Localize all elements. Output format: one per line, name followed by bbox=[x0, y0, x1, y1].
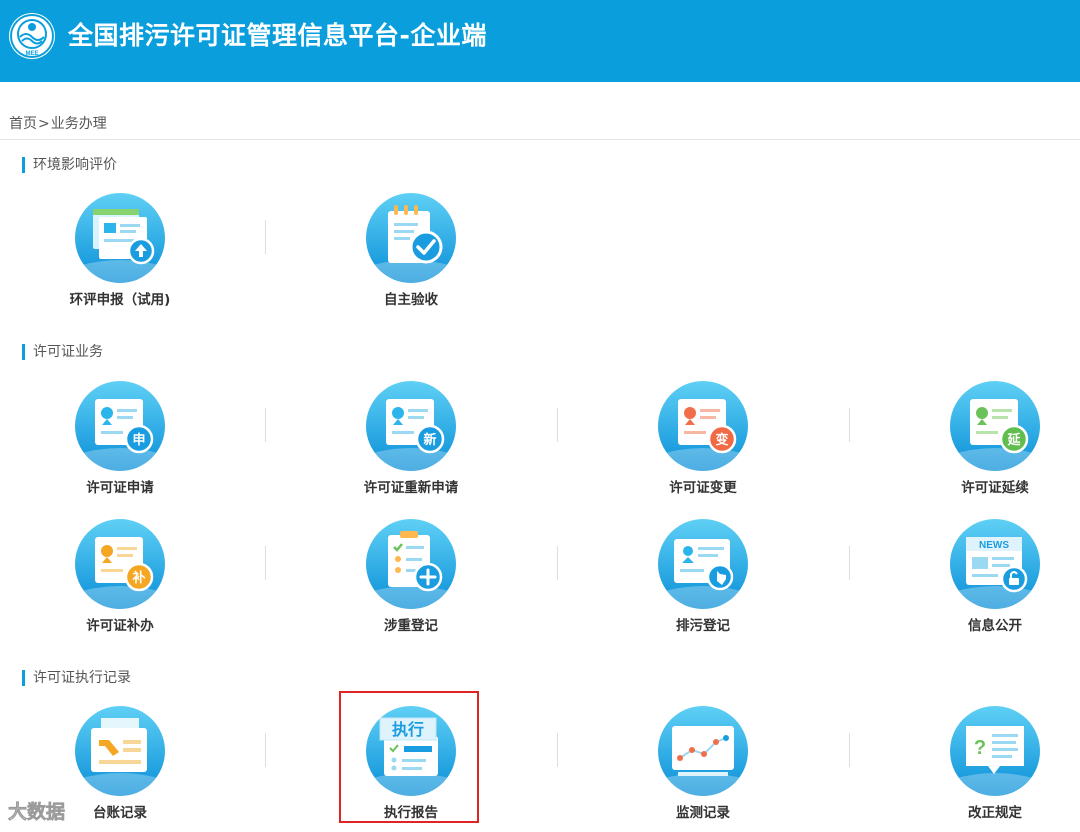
watermark: 大数据 bbox=[8, 797, 66, 824]
tile-label: 许可证申请 bbox=[86, 480, 154, 496]
change-badge: 变 bbox=[715, 432, 728, 448]
breadcrumb-separator: > bbox=[38, 116, 50, 132]
tile-info-disclosure[interactable]: NEWS 信息公开 bbox=[885, 519, 1080, 649]
license-reapply-icon: 新 bbox=[366, 381, 456, 471]
rectification-icon: ? bbox=[950, 706, 1040, 796]
license-change-icon: 变 bbox=[658, 381, 748, 471]
breadcrumb-current: 业务办理 bbox=[50, 116, 107, 132]
ledger-record-icon bbox=[75, 706, 165, 796]
breadcrumb: 首页>业务办理 bbox=[9, 115, 107, 133]
mee-emblem-icon: MEE bbox=[10, 14, 54, 58]
eia-report-icon bbox=[75, 193, 165, 283]
tile-pollutant-register[interactable]: 排污登记 bbox=[593, 519, 813, 649]
tile-label: 环评申报（试用) bbox=[69, 292, 171, 308]
extend-badge: 延 bbox=[1006, 432, 1021, 448]
reapply-badge: 新 bbox=[423, 432, 436, 448]
tile-label: 许可证延续 bbox=[961, 480, 1029, 496]
breadcrumb-home[interactable]: 首页 bbox=[9, 116, 37, 132]
tile-license-extend[interactable]: 延 许可证延续 bbox=[885, 381, 1080, 511]
tile-label: 许可证重新申请 bbox=[363, 480, 459, 496]
license-reissue-icon: 补 bbox=[75, 519, 165, 609]
info-disclosure-icon: NEWS bbox=[950, 519, 1040, 609]
license-extend-icon: 延 bbox=[950, 381, 1040, 471]
tile-license-change[interactable]: 变 许可证变更 bbox=[593, 381, 813, 511]
tile-label: 许可证变更 bbox=[669, 480, 737, 496]
self-acceptance-icon bbox=[366, 193, 456, 283]
reissue-badge: 补 bbox=[131, 570, 145, 586]
app-header: MEE 全国排污许可证管理信息平台-企业端 bbox=[0, 0, 1080, 82]
tile-heavy-metal-register[interactable]: 涉重登记 bbox=[301, 519, 521, 649]
tile-separator bbox=[849, 546, 850, 580]
section-title-eia: 环境影响评价 bbox=[22, 157, 117, 173]
tile-separator bbox=[849, 733, 850, 767]
tile-license-apply[interactable]: 申 许可证申请 bbox=[10, 381, 230, 511]
section-title-license: 许可证业务 bbox=[22, 344, 103, 360]
section-title-execution: 许可证执行记录 bbox=[22, 670, 131, 686]
tile-license-reissue[interactable]: 补 许可证补办 bbox=[10, 519, 230, 649]
tile-monitoring-record[interactable]: 监测记录 bbox=[593, 706, 813, 832]
tile-label: 涉重登记 bbox=[384, 618, 438, 634]
tile-separator bbox=[557, 733, 558, 767]
tile-separator bbox=[557, 408, 558, 442]
tile-separator bbox=[265, 733, 266, 767]
tile-label: 改正规定 bbox=[968, 805, 1022, 821]
tile-eia-report[interactable]: 环评申报（试用) bbox=[10, 193, 230, 323]
tile-license-reapply[interactable]: 新 许可证重新申请 bbox=[301, 381, 521, 511]
heavy-metal-register-icon bbox=[366, 519, 456, 609]
watermark-text: 大数据 bbox=[8, 801, 66, 824]
tile-separator bbox=[265, 220, 266, 254]
highlight-box bbox=[339, 691, 479, 823]
apply-badge: 申 bbox=[132, 432, 145, 448]
mee-logo: MEE bbox=[9, 13, 55, 59]
monitoring-record-icon bbox=[658, 706, 748, 796]
tile-label: 信息公开 bbox=[968, 618, 1022, 634]
license-apply-icon: 申 bbox=[75, 381, 165, 471]
tile-label: 监测记录 bbox=[676, 805, 730, 821]
tile-separator bbox=[265, 408, 266, 442]
tile-separator bbox=[265, 546, 266, 580]
tile-label: 排污登记 bbox=[676, 618, 730, 634]
pollutant-register-icon bbox=[658, 519, 748, 609]
tile-label: 自主验收 bbox=[384, 292, 438, 308]
tile-rectification[interactable]: ? 改正规定 bbox=[885, 706, 1080, 832]
tile-label: 许可证补办 bbox=[86, 618, 154, 634]
tile-self-acceptance[interactable]: 自主验收 bbox=[301, 193, 521, 323]
logo-text: MEE bbox=[25, 51, 38, 57]
page-title: 全国排污许可证管理信息平台-企业端 bbox=[68, 21, 487, 50]
tile-separator bbox=[849, 408, 850, 442]
breadcrumb-divider bbox=[0, 139, 1080, 140]
news-badge: NEWS bbox=[979, 540, 1009, 551]
tile-separator bbox=[557, 546, 558, 580]
svg-text:?: ? bbox=[974, 737, 986, 759]
